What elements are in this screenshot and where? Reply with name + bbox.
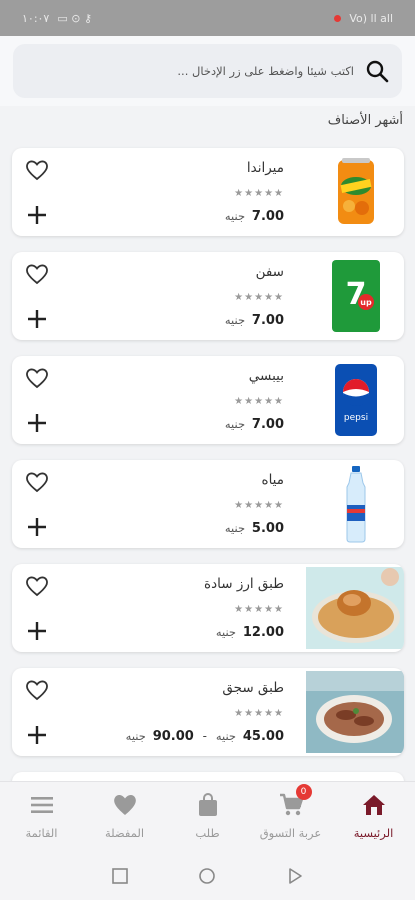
recent-apps-icon[interactable] — [111, 867, 129, 885]
price-currency: جنيه — [224, 209, 246, 223]
add-to-cart-plus-icon[interactable] — [26, 412, 48, 434]
bottom-nav: القائمة المفضلة طلب 0 عربة التسوق الرئيس… — [0, 781, 415, 851]
add-to-cart-plus-icon[interactable] — [26, 724, 48, 746]
price-separator: - — [202, 729, 207, 743]
price-value: 5.00 — [251, 521, 284, 536]
status-right: Vo) ll all — [334, 12, 393, 25]
product-image — [318, 466, 394, 543]
nav-label-order: طلب — [195, 826, 220, 840]
nav-label-home: الرئيسية — [353, 826, 394, 840]
nav-label-menu: القائمة — [25, 826, 58, 840]
price-value: 45.00 — [242, 729, 284, 744]
price-old-value: 90.00 — [152, 729, 194, 744]
favorite-heart-icon[interactable] — [24, 262, 50, 286]
pepsi-can-icon: pepsi — [335, 364, 377, 436]
product-name: ميراندا — [246, 160, 284, 176]
water-bottle-icon — [346, 466, 366, 543]
product-rating-stars: ★★★★★ — [234, 396, 284, 407]
status-left: ١٠:٠٧ ▭ ⊙ ⚷ — [22, 12, 92, 25]
bag-icon — [198, 793, 217, 816]
product-image: pepsi — [318, 362, 394, 438]
product-rating-stars: ★★★★★ — [234, 708, 284, 719]
section-title: أشهر الأصناف — [327, 113, 403, 128]
sausage-dish-icon — [306, 671, 404, 753]
product-image — [306, 671, 404, 753]
rice-chicken-dish-icon — [306, 567, 404, 649]
menu-icon — [30, 797, 53, 813]
cart-icon-wrap: 0 — [278, 784, 312, 818]
product-image — [306, 567, 404, 649]
search-area — [0, 36, 415, 106]
search-icon[interactable] — [364, 58, 390, 84]
product-card[interactable]: طبق ارز سادة ★★★★★ 12.00 جنيه — [12, 564, 404, 652]
product-name: طبق سجق — [222, 680, 284, 696]
product-name: بيبسي — [248, 368, 284, 384]
product-rating-stars: ★★★★★ — [234, 292, 284, 303]
product-price: 45.00 جنيه - 90.00 جنيه — [126, 729, 284, 744]
nav-item-home[interactable]: الرئيسية — [332, 782, 415, 852]
product-price: 7.00 جنيه — [225, 417, 284, 432]
cart-badge: 0 — [295, 784, 312, 800]
home-icon — [362, 795, 385, 815]
product-rating-stars: ★★★★★ — [234, 604, 284, 615]
add-to-cart-plus-icon[interactable] — [26, 620, 48, 642]
price-value: 7.00 — [251, 209, 284, 224]
price-currency: جنيه — [224, 417, 246, 431]
favorite-heart-icon[interactable] — [24, 158, 50, 182]
price-value: 7.00 — [251, 313, 284, 328]
system-nav-bar — [0, 851, 415, 900]
svg-text:pepsi: pepsi — [344, 413, 368, 423]
mirinda-can-icon — [338, 158, 374, 224]
search-box[interactable] — [13, 44, 402, 98]
favorite-heart-icon[interactable] — [24, 470, 50, 494]
add-to-cart-plus-icon[interactable] — [26, 516, 48, 538]
product-image — [318, 154, 394, 230]
7up-can-icon: 7 up — [332, 260, 380, 332]
product-name: سفن — [255, 264, 284, 280]
price-value: 12.00 — [242, 625, 284, 640]
product-price: 7.00 جنيه — [225, 209, 284, 224]
nav-item-order[interactable]: طلب — [166, 782, 249, 852]
price-currency: جنيه — [224, 313, 246, 327]
add-to-cart-plus-icon[interactable] — [26, 204, 48, 226]
product-card[interactable]: مياه ★★★★★ 5.00 جنيه — [12, 460, 404, 548]
product-name: طبق ارز سادة — [204, 576, 284, 592]
status-bar: ١٠:٠٧ ▭ ⊙ ⚷ Vo) ll all — [0, 0, 415, 36]
status-signal-text: Vo) ll all — [349, 11, 393, 25]
product-name: مياه — [261, 472, 285, 488]
add-to-cart-plus-icon[interactable] — [26, 308, 48, 330]
back-triangle-icon[interactable] — [286, 867, 304, 885]
nav-label-favorites: المفضلة — [104, 826, 145, 840]
price-currency: جنيه — [215, 625, 237, 639]
product-card[interactable]: pepsi بيبسي ★★★★★ 7.00 جنيه — [12, 356, 404, 444]
product-rating-stars: ★★★★★ — [234, 188, 284, 199]
price-value: 7.00 — [251, 417, 284, 432]
status-time: ١٠:٠٧ — [22, 11, 50, 25]
notification-dot-icon — [334, 14, 342, 22]
home-circle-icon[interactable] — [198, 867, 216, 885]
nav-item-favorites[interactable]: المفضلة — [83, 782, 166, 852]
favorite-heart-icon[interactable] — [24, 366, 50, 390]
product-price: 7.00 جنيه — [225, 313, 284, 328]
favorite-heart-icon[interactable] — [24, 574, 50, 598]
favorite-heart-icon[interactable] — [24, 678, 50, 702]
product-price: 12.00 جنيه — [216, 625, 284, 640]
nav-label-cart: عربة التسوق — [259, 826, 322, 840]
nav-item-cart[interactable]: 0 عربة التسوق — [249, 782, 332, 852]
heart-icon — [113, 794, 136, 815]
product-list: ميراندا ★★★★★ 7.00 جنيه 7 up سفن ★★★★★ 7… — [12, 148, 404, 876]
product-price: 5.00 جنيه — [225, 521, 284, 536]
product-rating-stars: ★★★★★ — [234, 500, 284, 511]
product-card[interactable]: ميراندا ★★★★★ 7.00 جنيه — [12, 148, 404, 236]
product-card[interactable]: 7 up سفن ★★★★★ 7.00 جنيه — [12, 252, 404, 340]
product-card[interactable]: طبق سجق ★★★★★ 45.00 جنيه - 90.00 جنيه — [12, 668, 404, 756]
price-old-currency: جنيه — [125, 729, 146, 743]
product-image: 7 up — [318, 258, 394, 334]
svg-text:up: up — [360, 298, 372, 307]
price-currency: جنيه — [224, 521, 246, 535]
search-input[interactable] — [44, 57, 354, 85]
nav-item-menu[interactable]: القائمة — [0, 782, 83, 852]
status-icons-left: ▭ ⊙ ⚷ — [57, 11, 93, 25]
price-currency: جنيه — [215, 729, 237, 743]
